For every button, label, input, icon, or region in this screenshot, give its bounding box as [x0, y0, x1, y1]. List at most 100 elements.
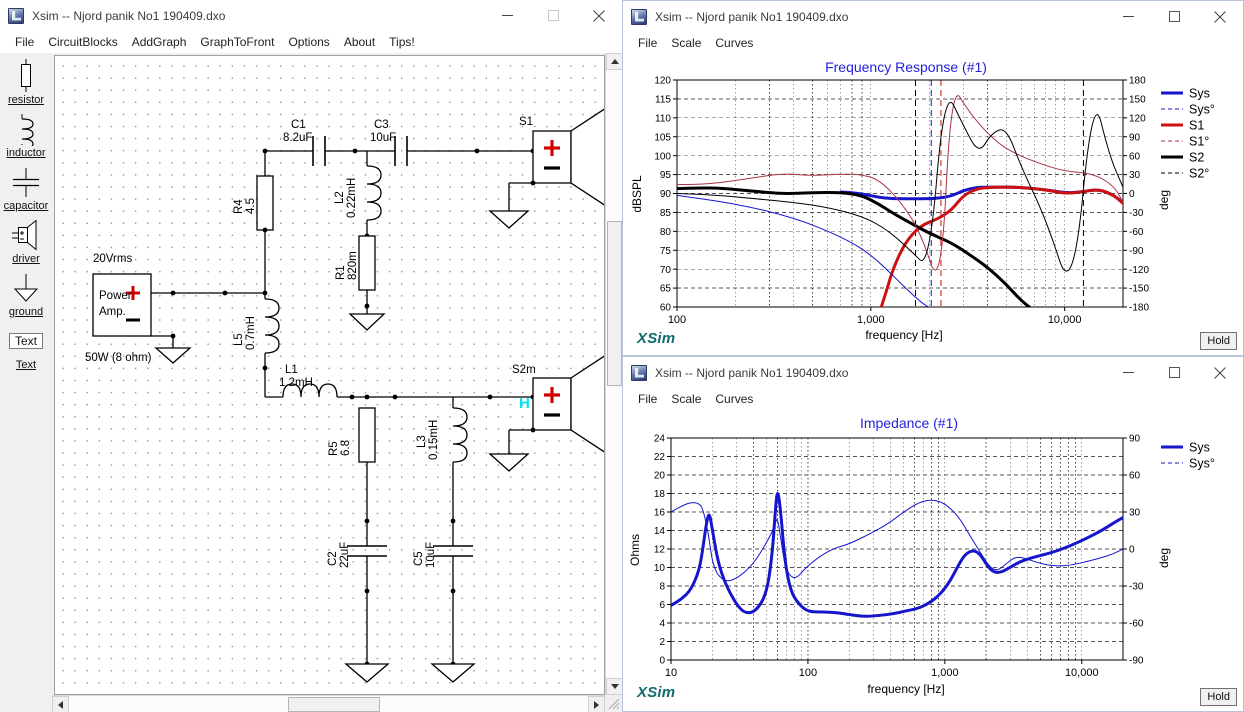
svg-text:10: 10: [665, 667, 677, 679]
menu-file[interactable]: File: [631, 35, 664, 51]
label-c5-ref: C5: [413, 551, 425, 566]
svg-text:120: 120: [654, 76, 671, 87]
svg-text:-60: -60: [1129, 619, 1144, 630]
freq-titlebar[interactable]: Xsim -- Njord panik No1 190409.dxo: [623, 1, 1243, 32]
palette-label-capacitor: capacitor: [3, 200, 49, 212]
canvas-horizontal-scrollbar[interactable]: [52, 695, 605, 712]
frequency-response-chart[interactable]: 60 65 70 75 80 85 90 95 100 105 110 115 120 -180 -150 -…: [623, 54, 1243, 355]
imp-menubar: File Scale Curves: [623, 388, 1243, 410]
palette-tool-ground[interactable]: ground: [0, 271, 52, 322]
close-button[interactable]: [1197, 357, 1243, 388]
label-l1-ref: L1: [285, 364, 298, 376]
minimize-button[interactable]: [484, 0, 530, 31]
menu-file[interactable]: File: [631, 391, 664, 407]
canvas-vertical-scrollbar[interactable]: [605, 53, 623, 695]
svg-text:frequency [Hz]: frequency [Hz]: [865, 328, 942, 342]
palette-label-inductor: inductor: [6, 147, 46, 159]
palette-tool-inductor[interactable]: inductor: [0, 112, 52, 163]
resistor-icon: [11, 59, 41, 93]
menu-graphtofront[interactable]: GraphToFront: [193, 34, 281, 50]
hscroll-right-button[interactable]: [588, 696, 605, 712]
freq-xsim-logo: XSim: [637, 330, 676, 347]
label-r5-value: 6.8: [340, 440, 352, 456]
menu-curves[interactable]: Curves: [708, 35, 760, 51]
vscroll-thumb[interactable]: [607, 221, 622, 386]
schematic-canvas[interactable]: 20Vrms Power Amp. 50W (8 ohm) C1 8.2uF C…: [54, 55, 605, 695]
label-source-power: 50W (8 ohm): [85, 352, 152, 364]
svg-text:0: 0: [659, 656, 665, 667]
svg-text:Sys: Sys: [1189, 87, 1210, 101]
maximize-button[interactable]: [530, 0, 576, 31]
svg-text:16: 16: [654, 508, 666, 519]
svg-text:24: 24: [654, 434, 666, 445]
palette-label-driver: driver: [12, 253, 40, 265]
palette-tool-driver[interactable]: driver: [0, 218, 52, 269]
svg-text:0: 0: [1129, 189, 1135, 200]
label-c1-ref: C1: [291, 119, 306, 131]
freq-hold-button[interactable]: Hold: [1200, 332, 1237, 350]
svg-text:95: 95: [660, 170, 672, 181]
svg-text:10: 10: [654, 563, 666, 574]
imp-titlebar[interactable]: Xsim -- Njord panik No1 190409.dxo: [623, 357, 1243, 388]
svg-text:85: 85: [660, 208, 672, 219]
menu-scale[interactable]: Scale: [664, 391, 708, 407]
palette-tool-resistor[interactable]: resistor: [0, 59, 52, 110]
svg-text:Sys°: Sys°: [1189, 457, 1215, 471]
label-l3-ref: L3: [416, 435, 428, 448]
impedance-chart[interactable]: 024681012141618202224-90-60-30030609010 1…: [623, 410, 1243, 711]
vscroll-down-button[interactable]: [606, 678, 623, 695]
menu-about[interactable]: About: [337, 34, 382, 50]
maximize-button[interactable]: [1151, 357, 1197, 388]
schematic-title: Xsim -- Njord panik No1 190409.dxo: [32, 8, 226, 23]
palette-tool-capacitor[interactable]: capacitor: [0, 165, 52, 216]
menu-tips[interactable]: Tips!: [382, 34, 422, 50]
svg-text:60: 60: [1129, 151, 1141, 162]
menu-circuitblocks[interactable]: CircuitBlocks: [41, 34, 124, 50]
desktop: Xsim -- Njord panik No1 190409.dxo File …: [0, 0, 1244, 712]
svg-text:-120: -120: [1129, 265, 1149, 276]
vscroll-up-button[interactable]: [606, 53, 623, 70]
imp-window-controls: [1105, 357, 1243, 388]
ground-icon: [9, 271, 43, 305]
hscroll-thumb[interactable]: [288, 697, 380, 712]
svg-text:dBSPL: dBSPL: [630, 175, 644, 213]
svg-text:1,000: 1,000: [931, 667, 959, 679]
svg-text:110: 110: [655, 113, 671, 124]
svg-text:-30: -30: [1129, 582, 1144, 593]
schematic-titlebar[interactable]: Xsim -- Njord panik No1 190409.dxo: [0, 0, 622, 31]
minimize-button[interactable]: [1105, 1, 1151, 32]
maximize-button[interactable]: [1151, 1, 1197, 32]
minimize-button[interactable]: [1105, 357, 1151, 388]
schematic-window: Xsim -- Njord panik No1 190409.dxo File …: [0, 0, 623, 712]
svg-text:100: 100: [668, 314, 686, 326]
menu-file[interactable]: File: [8, 34, 41, 50]
svg-text:90: 90: [1129, 434, 1141, 445]
menu-scale[interactable]: Scale: [664, 35, 708, 51]
close-button[interactable]: [1197, 1, 1243, 32]
svg-text:10,000: 10,000: [1065, 667, 1099, 679]
menu-addgraph[interactable]: AddGraph: [125, 34, 194, 50]
label-l2-value: 0.22mH: [346, 178, 358, 218]
palette-label-resistor: resistor: [7, 94, 45, 106]
palette-tool-textbox[interactable]: Text Text: [0, 324, 52, 375]
schematic-menubar: File CircuitBlocks AddGraph GraphToFront…: [0, 31, 622, 53]
label-l5-value: 0.7mH: [245, 316, 257, 350]
svg-text:-180: -180: [1129, 303, 1149, 314]
imp-graph-body: 0 2 4 6 8 10 12 14 16 18 20 22 24 -90 -60 -30 0 30 60 90 10 1…: [623, 410, 1243, 711]
svg-text:8: 8: [659, 582, 665, 593]
label-l5-ref: L5: [233, 333, 245, 346]
close-button[interactable]: [576, 0, 622, 31]
menu-options[interactable]: Options: [281, 34, 336, 50]
svg-text:Sys°: Sys°: [1189, 103, 1215, 117]
svg-text:deg: deg: [1157, 190, 1171, 210]
svg-text:90: 90: [1129, 132, 1141, 143]
label-c3-ref: C3: [374, 119, 389, 131]
svg-text:65: 65: [660, 284, 672, 295]
imp-hold-button[interactable]: Hold: [1200, 688, 1237, 706]
hscroll-left-button[interactable]: [52, 696, 69, 712]
chevron-left-icon: [58, 700, 63, 709]
menu-curves[interactable]: Curves: [708, 391, 760, 407]
svg-text:S1: S1: [1189, 119, 1204, 133]
text-box-icon-label: Text: [8, 333, 43, 349]
resize-grip[interactable]: [605, 695, 622, 712]
